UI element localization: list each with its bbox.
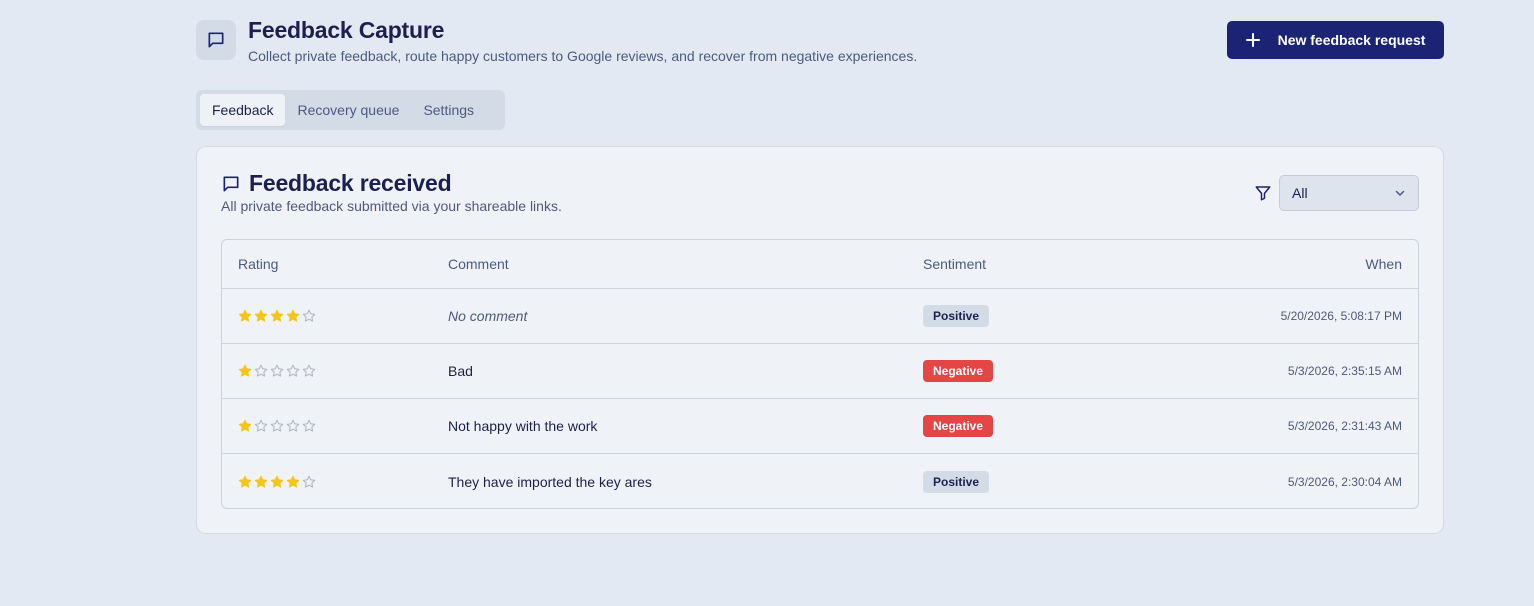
- star-empty-icon: [302, 364, 316, 377]
- star-filled-icon: [254, 309, 268, 322]
- star-filled-icon: [238, 309, 252, 322]
- page-title: Feedback Capture: [248, 17, 445, 43]
- star-rating: [238, 419, 316, 433]
- star-empty-icon: [302, 419, 316, 432]
- star-filled-icon: [254, 475, 268, 488]
- when-cell: 5/3/2026, 2:31:43 AM: [1288, 399, 1402, 453]
- rating-cell: [238, 289, 316, 343]
- star-empty-icon: [302, 309, 316, 322]
- new-feedback-request-button[interactable]: New feedback request: [1227, 21, 1444, 59]
- rating-cell: [238, 454, 316, 508]
- card-title: Feedback received: [249, 170, 452, 196]
- star-filled-icon: [238, 419, 252, 432]
- plus-icon: [1245, 33, 1260, 47]
- star-rating: [238, 475, 316, 489]
- table-row[interactable]: Not happy with the work Negative 5/3/2026,…: [222, 399, 1418, 454]
- star-empty-icon: [254, 364, 268, 377]
- when-cell: 5/3/2026, 2:30:04 AM: [1287, 454, 1402, 508]
- star-filled-icon: [270, 309, 284, 322]
- sentiment-cell: Positive: [923, 289, 990, 343]
- comment-cell: They have imported the key ares: [448, 454, 652, 508]
- comment-cell: No comment: [448, 289, 527, 343]
- feedback-table: Rating Comment Sentiment When No comment…: [221, 239, 1419, 509]
- page-subtitle: Collect private feedback, route happy cu…: [248, 48, 918, 64]
- star-filled-icon: [286, 309, 300, 322]
- comment-cell: Bad: [448, 344, 473, 398]
- chevron-down-icon: [1395, 190, 1405, 196]
- star-empty-icon: [286, 364, 300, 377]
- feedback-card: Feedback received All private feedback s…: [196, 146, 1444, 534]
- star-empty-icon: [302, 475, 316, 488]
- timestamp: 5/3/2026, 2:35:15 AM: [1287, 364, 1402, 378]
- page-header: Feedback Capture Collect private feedbac…: [196, 17, 1444, 64]
- message-square-icon: [196, 20, 236, 60]
- comment-text: They have imported the key ares: [448, 473, 652, 490]
- star-filled-icon: [270, 475, 284, 488]
- column-header-when: When: [1365, 256, 1402, 272]
- star-filled-icon: [286, 475, 300, 488]
- card-subtitle: All private feedback submitted via your …: [221, 198, 562, 214]
- comment-text: No comment: [448, 308, 528, 324]
- sentiment-badge: Negative: [923, 360, 994, 382]
- column-header-comment: Comment: [448, 256, 509, 272]
- filter-icon: [1255, 186, 1271, 201]
- rating-cell: [238, 344, 316, 398]
- tab-bar: Feedback Recovery queue Settings: [196, 90, 505, 130]
- table-row[interactable]: No comment Positive 5/20/2026, 5:08:17 PM: [222, 289, 1418, 344]
- timestamp: 5/3/2026, 2:31:43 AM: [1287, 419, 1402, 433]
- star-empty-icon: [286, 419, 300, 432]
- when-cell: 5/20/2026, 5:08:17 PM: [1281, 289, 1402, 343]
- table-row[interactable]: Bad Negative 5/3/2026, 2:35:15 AM: [222, 344, 1418, 399]
- tab-settings[interactable]: Settings: [411, 94, 486, 126]
- sentiment-filter-select[interactable]: All: [1279, 175, 1419, 211]
- timestamp: 5/3/2026, 2:30:04 AM: [1287, 474, 1402, 489]
- star-empty-icon: [270, 419, 284, 432]
- table-header-row: Rating Comment Sentiment When: [222, 240, 1418, 289]
- sentiment-badge: Positive: [923, 470, 990, 493]
- comment-text: Not happy with the work: [448, 418, 598, 434]
- when-cell: 5/3/2026, 2:35:15 AM: [1288, 344, 1402, 398]
- sentiment-cell: Negative: [923, 399, 994, 453]
- tab-recovery-queue[interactable]: Recovery queue: [285, 94, 411, 126]
- star-empty-icon: [270, 364, 284, 377]
- comment-cell: Not happy with the work: [448, 399, 597, 453]
- sentiment-badge: Positive: [923, 305, 990, 327]
- star-rating: [238, 364, 316, 378]
- message-square-icon: [223, 176, 239, 192]
- timestamp: 5/20/2026, 5:08:17 PM: [1280, 309, 1402, 323]
- rating-cell: [238, 399, 316, 453]
- column-header-rating: Rating: [238, 256, 279, 272]
- sentiment-cell: Negative: [923, 344, 994, 398]
- sentiment-badge: Negative: [923, 415, 994, 437]
- star-filled-icon: [238, 475, 252, 488]
- sentiment-filter-value: All: [1292, 185, 1308, 201]
- page: Feedback Capture Collect private feedbac…: [0, 0, 1534, 606]
- star-rating: [238, 309, 316, 323]
- new-feedback-request-label: New feedback request: [1277, 32, 1426, 48]
- star-filled-icon: [238, 364, 252, 377]
- column-header-sentiment: Sentiment: [923, 256, 987, 272]
- comment-text: Bad: [448, 363, 473, 379]
- star-empty-icon: [254, 419, 268, 432]
- table-row[interactable]: They have imported the key ares Positive 5…: [222, 454, 1418, 508]
- sentiment-cell: Positive: [923, 454, 990, 508]
- tab-feedback[interactable]: Feedback: [200, 94, 286, 126]
